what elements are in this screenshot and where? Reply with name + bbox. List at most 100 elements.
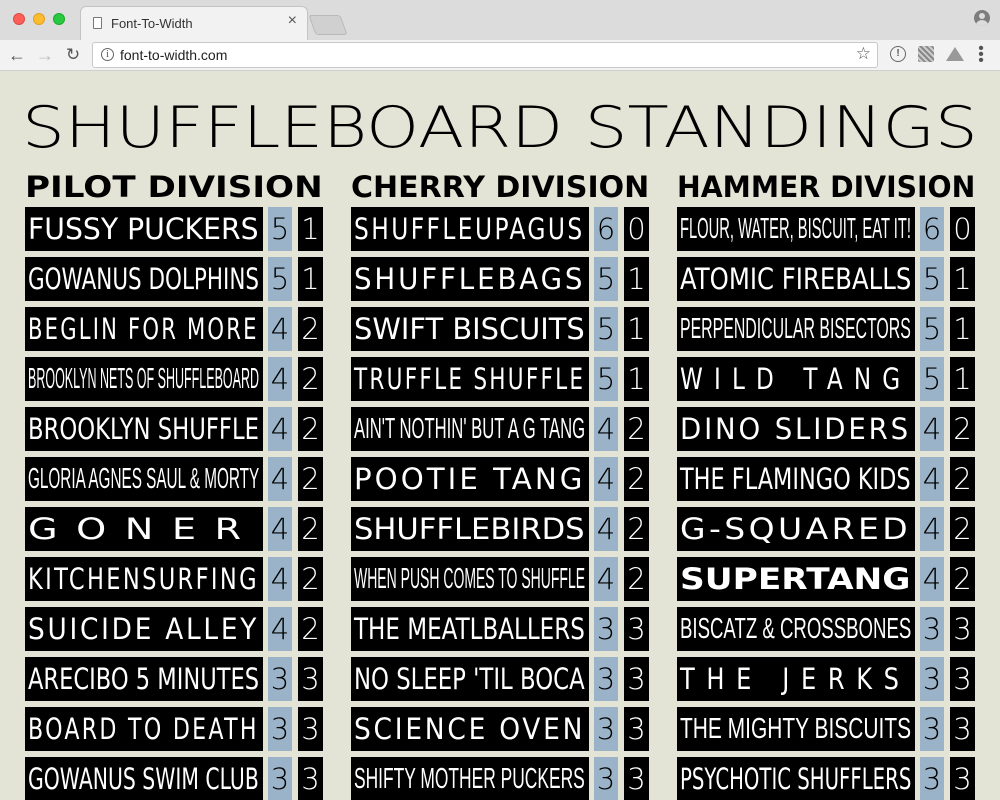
minimize-window-button[interactable] (33, 13, 45, 25)
forward-arrow-icon[interactable]: → (34, 44, 56, 66)
standings-row: NO SLEEP 'TIL BOCA 3 3 (351, 657, 649, 701)
menu-dots-icon[interactable]: • • • (974, 41, 988, 69)
team-name: G-SQUARED (680, 512, 912, 546)
team-name: WILD TANG (680, 362, 912, 396)
wins-cell: 3 (268, 657, 292, 701)
team-name-cell[interactable]: SHUFFLEUPAGUS (351, 207, 589, 251)
standings-row: ATOMIC FIREBALLS 5 1 (677, 257, 975, 301)
standings-row: BISCATZ & CROSSBONES 3 3 (677, 607, 975, 651)
wins-cell: 4 (594, 457, 618, 501)
losses-cell: 2 (950, 557, 975, 601)
team-name: AIN'T NOTHIN' BUT A G TANG (354, 413, 586, 445)
wins-cell: 4 (920, 557, 944, 601)
team-name: THE MIGHTY BISCUITS (680, 713, 912, 745)
wins-cell: 3 (268, 757, 292, 800)
team-name-cell[interactable]: G-SQUARED (677, 507, 915, 551)
team-name-cell[interactable]: SHUFFLEBAGS (351, 257, 589, 301)
team-name-cell[interactable]: SHIFTY MOTHER PUCKERS (351, 757, 589, 800)
wins-cell: 3 (594, 657, 618, 701)
team-name-cell[interactable]: GLORIA AGNES SAUL & MORTY (25, 457, 263, 501)
tab-close-icon[interactable]: × (288, 13, 297, 29)
team-name: SHUFFLEBIRDS (354, 512, 585, 546)
losses-cell: 3 (624, 707, 649, 751)
losses-cell: 1 (950, 357, 975, 401)
team-name-cell[interactable]: BISCATZ & CROSSBONES (677, 607, 915, 651)
standings-row: DINO SLIDERS 4 2 (677, 407, 975, 451)
standings-row: THE JERKS 3 3 (677, 657, 975, 701)
team-name: THE FLAMINGO KIDS (680, 462, 911, 496)
team-name: ATOMIC FIREBALLS (680, 262, 912, 296)
losses-cell: 2 (298, 407, 323, 451)
team-name-cell[interactable]: FUSSY PUCKERS (25, 207, 263, 251)
team-name-cell[interactable]: THE MIGHTY BISCUITS (677, 707, 915, 751)
info-icon[interactable]: i (101, 48, 114, 61)
team-name: BISCATZ & CROSSBONES (680, 613, 912, 645)
team-name-cell[interactable]: WHEN PUSH COMES TO SHUFFLE (351, 557, 589, 601)
wins-cell: 6 (920, 207, 944, 251)
team-name-cell[interactable]: KITCHENSURFING (25, 557, 263, 601)
url-text[interactable]: font-to-width.com (120, 47, 227, 63)
losses-cell: 3 (950, 607, 975, 651)
team-name-cell[interactable]: THE MEATLBALLERS (351, 607, 589, 651)
extension-drive-icon[interactable] (946, 47, 964, 61)
address-bar[interactable]: i font-to-width.com ☆ (92, 42, 878, 68)
division-cherry: CHERRY DIVISION SHUFFLEUPAGUS 6 0 SHUFFLEBA… (351, 167, 649, 800)
wins-cell: 5 (594, 307, 618, 351)
team-name-cell[interactable]: WILD TANG (677, 357, 915, 401)
standings-row: G-SQUARED 4 2 (677, 507, 975, 551)
team-name-cell[interactable]: PERPENDICULAR BISECTORS (677, 307, 915, 351)
back-arrow-icon[interactable]: ← (6, 44, 28, 66)
team-name-cell[interactable]: POOTIE TANG (351, 457, 589, 501)
extension-qr-icon[interactable] (918, 46, 934, 62)
team-name: SHUFFLEBAGS (354, 262, 586, 296)
new-tab-button[interactable] (308, 15, 348, 35)
profile-icon[interactable] (974, 10, 990, 26)
team-name-cell[interactable]: BOARD TO DEATH (25, 707, 263, 751)
team-name-cell[interactable]: SUICIDE ALLEY (25, 607, 263, 651)
team-name-cell[interactable]: PSYCHOTIC SHUFFLERS (677, 757, 915, 800)
team-name-cell[interactable]: ATOMIC FIREBALLS (677, 257, 915, 301)
team-name-cell[interactable]: ARECIBO 5 MINUTES (25, 657, 263, 701)
losses-cell: 1 (624, 357, 649, 401)
wins-cell: 3 (268, 707, 292, 751)
losses-cell: 3 (298, 657, 323, 701)
wins-cell: 4 (920, 407, 944, 451)
team-name-cell[interactable]: AIN'T NOTHIN' BUT A G TANG (351, 407, 589, 451)
close-window-button[interactable] (13, 13, 25, 25)
standings-row: SCIENCE OVEN 3 3 (351, 707, 649, 751)
team-name-cell[interactable]: TRUFFLE SHUFFLE (351, 357, 589, 401)
team-name-cell[interactable]: THE FLAMINGO KIDS (677, 457, 915, 501)
losses-cell: 2 (298, 607, 323, 651)
team-name-cell[interactable]: GONER (25, 507, 263, 551)
team-name-cell[interactable]: GOWANUS DOLPHINS (25, 257, 263, 301)
team-name-cell[interactable]: BROOKLYN SHUFFLE (25, 407, 263, 451)
extension-info-icon[interactable]: ! (890, 46, 906, 62)
wins-cell: 4 (268, 557, 292, 601)
team-name-cell[interactable]: BEGLIN FOR MORE (25, 307, 263, 351)
wins-cell: 5 (920, 307, 944, 351)
team-name-cell[interactable]: SHUFFLEBIRDS (351, 507, 589, 551)
team-name-cell[interactable]: DINO SLIDERS (677, 407, 915, 451)
wins-cell: 5 (268, 207, 292, 251)
team-name-cell[interactable]: SWIFT BISCUITS (351, 307, 589, 351)
team-name-cell[interactable]: FLOUR, WATER, BISCUIT, EAT IT! (677, 207, 915, 251)
reload-icon[interactable]: ↻ (62, 44, 84, 66)
losses-cell: 1 (950, 307, 975, 351)
team-name-cell[interactable]: SCIENCE OVEN (351, 707, 589, 751)
standings-row: BROOKLYN SHUFFLE 4 2 (25, 407, 323, 451)
team-name-cell[interactable]: THE JERKS (677, 657, 915, 701)
team-name-cell[interactable]: BROOKLYN NETS OF SHUFFLEBOARD (25, 357, 263, 401)
standings-row: PSYCHOTIC SHUFFLERS 3 3 (677, 757, 975, 800)
team-name-cell[interactable]: NO SLEEP 'TIL BOCA (351, 657, 589, 701)
team-name-cell[interactable]: SUPERTANG (677, 557, 915, 601)
team-name: GOWANUS DOLPHINS (28, 262, 260, 296)
maximize-window-button[interactable] (53, 13, 65, 25)
browser-tab[interactable]: Font-To-Width × (80, 6, 308, 40)
standings-row: THE MIGHTY BISCUITS 3 3 (677, 707, 975, 751)
losses-cell: 3 (624, 657, 649, 701)
team-name-cell[interactable]: GOWANUS SWIM CLUB (25, 757, 263, 800)
bookmark-star-icon[interactable]: ☆ (856, 44, 871, 64)
team-name: GLORIA AGNES SAUL & MORTY (28, 463, 260, 495)
standings-row: WILD TANG 5 1 (677, 357, 975, 401)
wins-cell: 3 (920, 757, 944, 800)
